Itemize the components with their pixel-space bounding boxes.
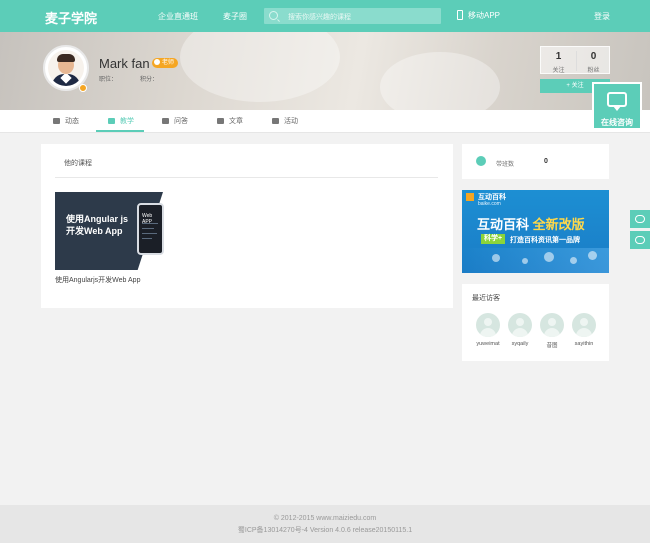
- visitor-name: 昔图: [546, 343, 558, 349]
- site-logo[interactable]: 麦子学院: [45, 8, 97, 27]
- top-navbar: 麦子学院 企业直通班 麦子圈 搜索你感兴趣的课程 移动APP 登录: [0, 0, 650, 32]
- tab-activity[interactable]: 动态: [53, 110, 79, 133]
- visitor-item[interactable]: sayithin: [568, 313, 600, 347]
- visitor-item[interactable]: 昔图: [536, 313, 568, 349]
- ad-headline: 互动百科 全新改版: [477, 217, 585, 232]
- footer: © 2012-2015 www.maiziedu.com 蜀ICP备130142…: [0, 505, 650, 543]
- mobile-app-link[interactable]: 移动APP: [457, 10, 500, 21]
- search-input[interactable]: 搜索你感兴趣的课程: [288, 12, 351, 22]
- class-count-card: 带班数 0: [462, 144, 609, 179]
- tab-teaching-label: 教学: [120, 118, 134, 125]
- visitor-name: yuweimat: [476, 341, 500, 347]
- search-icon: [269, 11, 278, 20]
- active-tab-indicator: [96, 130, 144, 132]
- tab-qa-label: 问答: [174, 118, 188, 125]
- class-count-value: 0: [544, 158, 548, 165]
- login-link[interactable]: 登录: [594, 11, 610, 22]
- stat-followers-label: 粉丝: [587, 68, 600, 74]
- chat-icon: [607, 92, 627, 111]
- stat-followers[interactable]: 0 粉丝: [576, 51, 611, 74]
- tab-qa[interactable]: 问答: [162, 110, 188, 133]
- section-title: 他的课程: [64, 160, 92, 167]
- mobile-app-label: 移动APP: [468, 11, 501, 20]
- stat-following-label: 关注: [552, 68, 565, 74]
- visitor-avatar: [476, 313, 500, 337]
- search-box[interactable]: 搜索你感兴趣的课程: [264, 8, 441, 24]
- visitor-avatar: [572, 313, 596, 337]
- ad-banner[interactable]: 互动百科 baike.com 互动百科 全新改版 科学+ 打造百科资讯第一品牌: [462, 190, 609, 273]
- thumb-title-line2: 开发Web App: [66, 226, 123, 236]
- course-title-link[interactable]: 使用Angularjs开发Web App: [55, 275, 140, 285]
- teacher-badge: 老师: [152, 58, 179, 68]
- visitor-item[interactable]: yuweimat: [472, 313, 504, 347]
- follow-stats: 1 关注 0 粉丝: [540, 46, 610, 74]
- nav-maizi-circle[interactable]: 麦子圈: [223, 11, 247, 22]
- stat-following[interactable]: 1 关注: [541, 51, 576, 74]
- recent-visitors-title: 最近访客: [472, 295, 500, 302]
- online-consult-label: 在线咨询: [601, 118, 633, 127]
- stat-following-value: 1: [555, 51, 562, 62]
- divider: [55, 177, 438, 178]
- tab-activity-label: 动态: [65, 118, 79, 125]
- group-icon: [476, 156, 486, 166]
- weibo-icon: [635, 236, 645, 244]
- ad-brand-domain: baike.com: [478, 201, 501, 207]
- footer-icp: 蜀ICP备13014270号-4 Version 4.0.6 release20…: [237, 527, 413, 534]
- class-count-label: 带班数: [496, 162, 515, 168]
- profile-tabs: 动态 教学 问答 文章 活动: [0, 110, 650, 133]
- visitor-name: sayithin: [574, 341, 594, 347]
- weibo-share-button[interactable]: [630, 231, 650, 249]
- qa-icon: [162, 118, 169, 124]
- course-thumbnail[interactable]: 使用Angular js 开发Web App Web APP: [55, 192, 176, 270]
- tab-articles[interactable]: 文章: [217, 110, 243, 133]
- phone-icon: [457, 10, 463, 20]
- wechat-share-button[interactable]: [630, 210, 650, 228]
- document-icon: [217, 118, 224, 124]
- avatar[interactable]: [48, 50, 84, 86]
- stat-followers-value: 0: [590, 51, 597, 62]
- footer-copyright: © 2012-2015 www.maiziedu.com: [273, 515, 377, 522]
- tab-events[interactable]: 活动: [272, 110, 298, 133]
- points-label: 积分：: [140, 77, 159, 83]
- phone-mockup: Web APP: [137, 203, 164, 255]
- nav-enterprise-class[interactable]: 企业直通班: [158, 11, 198, 22]
- visitor-name: syqaily: [511, 341, 529, 347]
- megaphone-icon: [272, 118, 279, 124]
- profile-name: Mark fan: [99, 56, 150, 71]
- list-icon: [53, 118, 60, 124]
- visitor-avatar: [540, 313, 564, 337]
- ad-subline: 打造百科资讯第一品牌: [510, 237, 580, 244]
- visitor-avatar: [508, 313, 532, 337]
- verified-badge-icon: [79, 84, 87, 92]
- recent-visitors-card: 最近访客 yuweimat syqaily 昔图 sayithin: [462, 284, 609, 361]
- ad-logo-icon: [466, 193, 474, 201]
- tab-events-label: 活动: [284, 118, 298, 125]
- wechat-icon: [635, 215, 645, 223]
- visitor-item[interactable]: syqaily: [504, 313, 536, 347]
- online-consult-button[interactable]: 在线咨询: [592, 82, 642, 130]
- ad-tag: 科学+: [481, 234, 506, 244]
- tab-articles-label: 文章: [229, 118, 243, 125]
- pen-icon: [108, 118, 115, 124]
- position-label: 职位：: [99, 77, 118, 83]
